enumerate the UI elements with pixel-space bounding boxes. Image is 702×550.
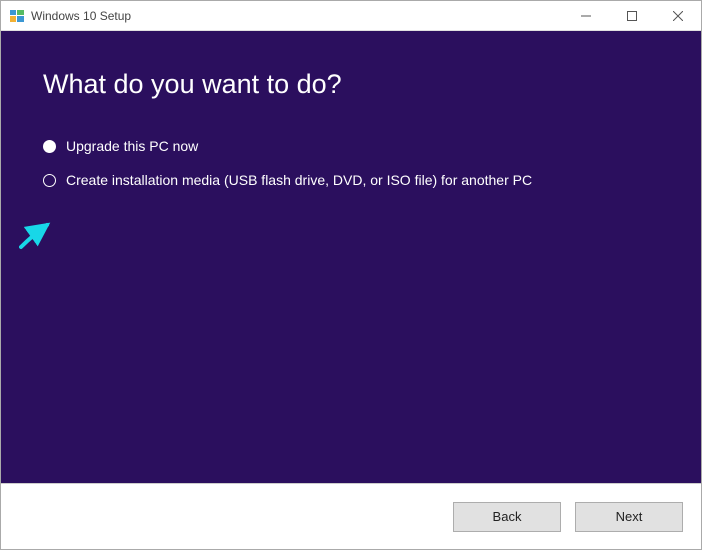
- radio-upgrade-now[interactable]: Upgrade this PC now: [43, 138, 659, 154]
- titlebar: Windows 10 Setup: [1, 1, 701, 31]
- radio-indicator-icon: [43, 140, 56, 153]
- page-heading: What do you want to do?: [43, 69, 659, 100]
- window-controls: [563, 1, 701, 30]
- window: Windows 10 Setup What do you want to do?…: [0, 0, 702, 550]
- radio-label: Create installation media (USB flash dri…: [66, 172, 532, 188]
- close-button[interactable]: [655, 1, 701, 30]
- radio-label: Upgrade this PC now: [66, 138, 198, 154]
- content-area: What do you want to do? Upgrade this PC …: [1, 31, 701, 483]
- minimize-button[interactable]: [563, 1, 609, 30]
- radio-group: Upgrade this PC now Create installation …: [43, 138, 659, 188]
- maximize-button[interactable]: [609, 1, 655, 30]
- next-button[interactable]: Next: [575, 502, 683, 532]
- app-icon: [9, 8, 25, 24]
- footer: Back Next: [1, 483, 701, 549]
- back-button[interactable]: Back: [453, 502, 561, 532]
- window-title: Windows 10 Setup: [31, 9, 131, 23]
- radio-create-media[interactable]: Create installation media (USB flash dri…: [43, 172, 659, 188]
- radio-indicator-icon: [43, 174, 56, 187]
